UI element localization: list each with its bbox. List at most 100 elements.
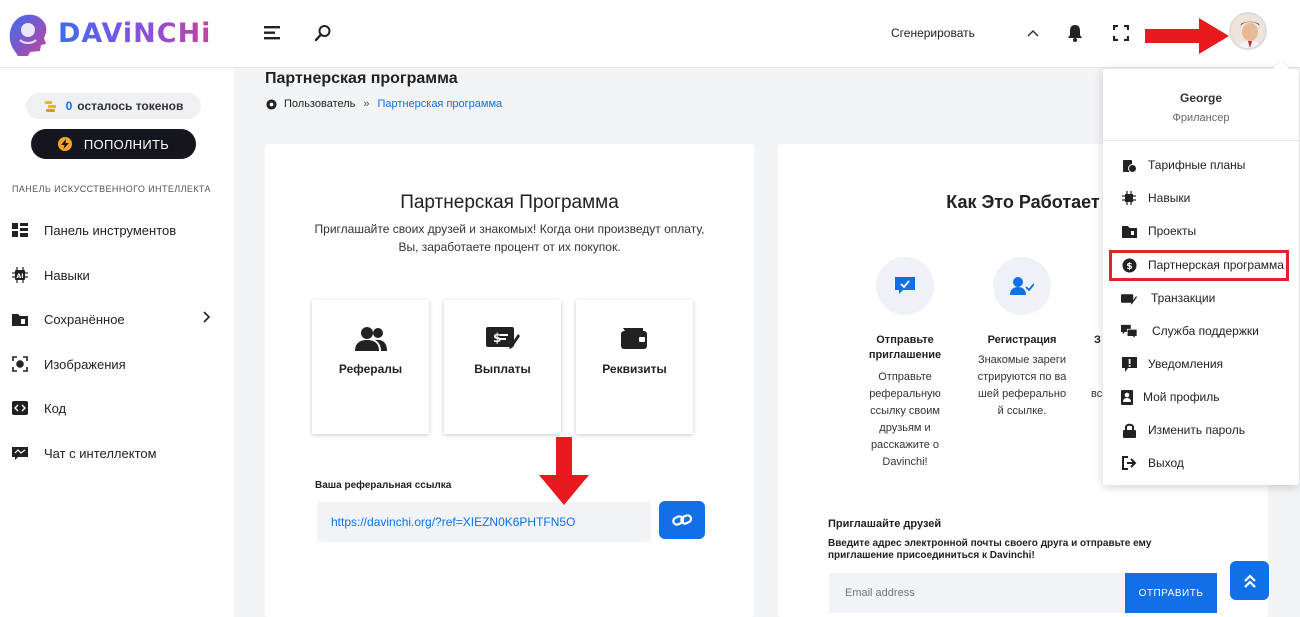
link-icon bbox=[672, 514, 692, 526]
referral-link-input[interactable] bbox=[317, 502, 651, 542]
breadcrumb-root[interactable]: Пользователь bbox=[284, 98, 355, 110]
topup-label: ПОПОЛНИТЬ bbox=[83, 136, 170, 152]
dropdown-item-support[interactable]: Служба поддержки bbox=[1121, 323, 1259, 339]
step-title: Отправьте приглашение bbox=[855, 333, 955, 363]
bolt-icon bbox=[57, 137, 72, 151]
dropdown-item-label: Тарифные планы bbox=[1148, 158, 1246, 172]
lock-icon bbox=[1121, 422, 1137, 438]
step-title-line: Регистрация bbox=[987, 334, 1057, 346]
sidebar-item-label: Чат с интеллектом bbox=[44, 445, 157, 461]
top-bar: DAViNCHi Сгенерировать bbox=[0, 0, 1300, 68]
send-button[interactable]: ОТПРАВИТЬ bbox=[1125, 573, 1217, 613]
dropdown-user-role: Фрилансер bbox=[1172, 112, 1230, 124]
profile-icon bbox=[1119, 389, 1135, 405]
registration-icon bbox=[993, 257, 1051, 315]
dropdown-item-logout[interactable]: Выход bbox=[1121, 455, 1184, 471]
partner-program-card: Партнерская Программа Приглашайте своих … bbox=[265, 144, 754, 617]
sidebar-item-code[interactable]: Код bbox=[12, 400, 222, 416]
send-invite-icon bbox=[876, 257, 934, 315]
breadcrumb-current[interactable]: Партнерская программа bbox=[378, 98, 503, 110]
invite-title: Приглашайте друзей bbox=[828, 518, 942, 530]
step-title: Регистрация bbox=[972, 333, 1072, 348]
sidebar-item-images[interactable]: Изображения bbox=[12, 356, 222, 372]
brand-name: DAViNCHi bbox=[58, 17, 212, 49]
tokens-balance: 0 осталось токенов bbox=[26, 93, 201, 119]
dashboard-icon bbox=[12, 222, 28, 238]
page-title: Партнерская программа bbox=[265, 70, 458, 87]
email-input[interactable] bbox=[829, 573, 1125, 613]
plans-icon bbox=[1121, 157, 1137, 173]
sidebar-item-skills[interactable]: AI Навыки bbox=[12, 267, 222, 283]
partner-card-desc-line1: Приглашайте своих друзей и знакомых! Ког… bbox=[314, 222, 705, 236]
dropdown-item-transactions[interactable]: Транзакции bbox=[1121, 290, 1215, 306]
step-description: Отправьте реферальную ссылку своим друзь… bbox=[869, 371, 941, 468]
support-icon bbox=[1121, 323, 1137, 339]
tokens-count: 0 bbox=[65, 99, 73, 113]
projects-folder-icon bbox=[1121, 223, 1137, 239]
tile-payouts[interactable]: $ Выплаты bbox=[444, 300, 561, 434]
dropdown-item-change-password[interactable]: Изменить пароль bbox=[1121, 422, 1245, 438]
sidebar-item-label: Код bbox=[44, 400, 67, 416]
dropdown-divider bbox=[1103, 140, 1299, 141]
dropdown-item-projects[interactable]: Проекты bbox=[1121, 223, 1196, 239]
dropdown-item-label: Уведомления bbox=[1148, 357, 1224, 371]
step-title-line: приглашение bbox=[868, 349, 942, 361]
dropdown-item-label: Изменить пароль bbox=[1148, 423, 1245, 437]
scroll-to-top-button[interactable] bbox=[1230, 561, 1269, 600]
dropdown-item-partner-program[interactable]: $ Партнерская программа bbox=[1121, 257, 1284, 273]
sidebar-item-label: Изображения bbox=[44, 356, 126, 372]
referral-link-label: Ваша реферальная ссылка bbox=[315, 480, 452, 491]
invite-description: Введите адрес электронной почты своего д… bbox=[828, 538, 1152, 561]
transactions-icon bbox=[1121, 290, 1137, 306]
bell-icon[interactable] bbox=[1064, 22, 1086, 44]
payout-icon: $ bbox=[444, 326, 561, 350]
dropdown-item-label: Транзакции bbox=[1151, 291, 1216, 305]
logo-head-icon bbox=[9, 14, 47, 56]
menu-toggle-icon[interactable] bbox=[262, 22, 284, 44]
sidebar-item-dashboard[interactable]: Панель инструментов bbox=[12, 222, 222, 238]
dropdown-item-notifications[interactable]: Уведомления bbox=[1121, 356, 1223, 372]
cpu-icon bbox=[1121, 190, 1137, 206]
tile-label: Выплаты bbox=[474, 362, 531, 376]
dropdown-item-label: Служба поддержки bbox=[1152, 324, 1259, 338]
user-dropdown-menu: George Фрилансер Тарифные планы Навыки П… bbox=[1103, 69, 1299, 485]
brand-logo[interactable]: DAViNCHi bbox=[6, 10, 211, 56]
dropdown-item-skills[interactable]: Навыки bbox=[1121, 190, 1190, 206]
dropdown-item-label: Проекты bbox=[1148, 224, 1197, 238]
chevron-right-icon bbox=[202, 311, 211, 326]
breadcrumb-separator: » bbox=[363, 98, 370, 110]
user-avatar[interactable] bbox=[1229, 12, 1267, 50]
dropdown-item-label: Партнерская программа bbox=[1148, 258, 1284, 272]
ai-chip-icon: AI bbox=[12, 267, 28, 283]
coin-stack-icon bbox=[44, 101, 56, 112]
code-icon bbox=[12, 400, 28, 416]
generate-dropdown[interactable]: Сгенерировать bbox=[891, 26, 975, 40]
wallet-icon bbox=[576, 326, 693, 350]
users-icon bbox=[312, 326, 429, 352]
dropdown-item-plans[interactable]: Тарифные планы bbox=[1121, 157, 1245, 173]
sidebar-item-label: Навыки bbox=[44, 267, 90, 283]
search-icon[interactable] bbox=[312, 22, 334, 44]
tile-requisites[interactable]: Реквизиты bbox=[576, 300, 693, 434]
partner-card-description: Приглашайте своих друзей и знакомых! Ког… bbox=[305, 220, 714, 256]
copy-link-button[interactable] bbox=[659, 501, 705, 539]
tile-referrals[interactable]: Рефералы bbox=[312, 300, 429, 434]
topup-button[interactable]: ПОПОЛНИТЬ bbox=[31, 129, 196, 159]
fullscreen-icon[interactable] bbox=[1110, 22, 1132, 44]
gear-icon bbox=[266, 98, 277, 110]
chat-icon bbox=[12, 445, 28, 461]
step-title-line: Отправьте bbox=[876, 334, 934, 346]
sidebar-item-saved[interactable]: Сохранённое bbox=[12, 311, 222, 327]
notification-icon bbox=[1121, 356, 1137, 372]
sidebar-item-label: Панель инструментов bbox=[44, 222, 177, 238]
dropdown-item-profile[interactable]: Мой профиль bbox=[1119, 389, 1220, 405]
dollar-badge-icon: $ bbox=[1121, 257, 1137, 273]
folder-icon bbox=[12, 311, 28, 327]
red-arrow-right-icon bbox=[1145, 18, 1229, 54]
sidebar-section-title: ПАНЕЛЬ ИСКУССТВЕННОГО ИНТЕЛЛЕКТА bbox=[12, 184, 211, 194]
dropdown-item-label: Выход bbox=[1148, 456, 1184, 470]
tile-label: Рефералы bbox=[338, 362, 403, 376]
chevron-up-icon[interactable] bbox=[1022, 22, 1044, 44]
partner-card-desc-line2: Вы, заработаете процент от их покупок. bbox=[398, 240, 621, 254]
sidebar-item-chat[interactable]: Чат с интеллектом bbox=[12, 445, 222, 461]
